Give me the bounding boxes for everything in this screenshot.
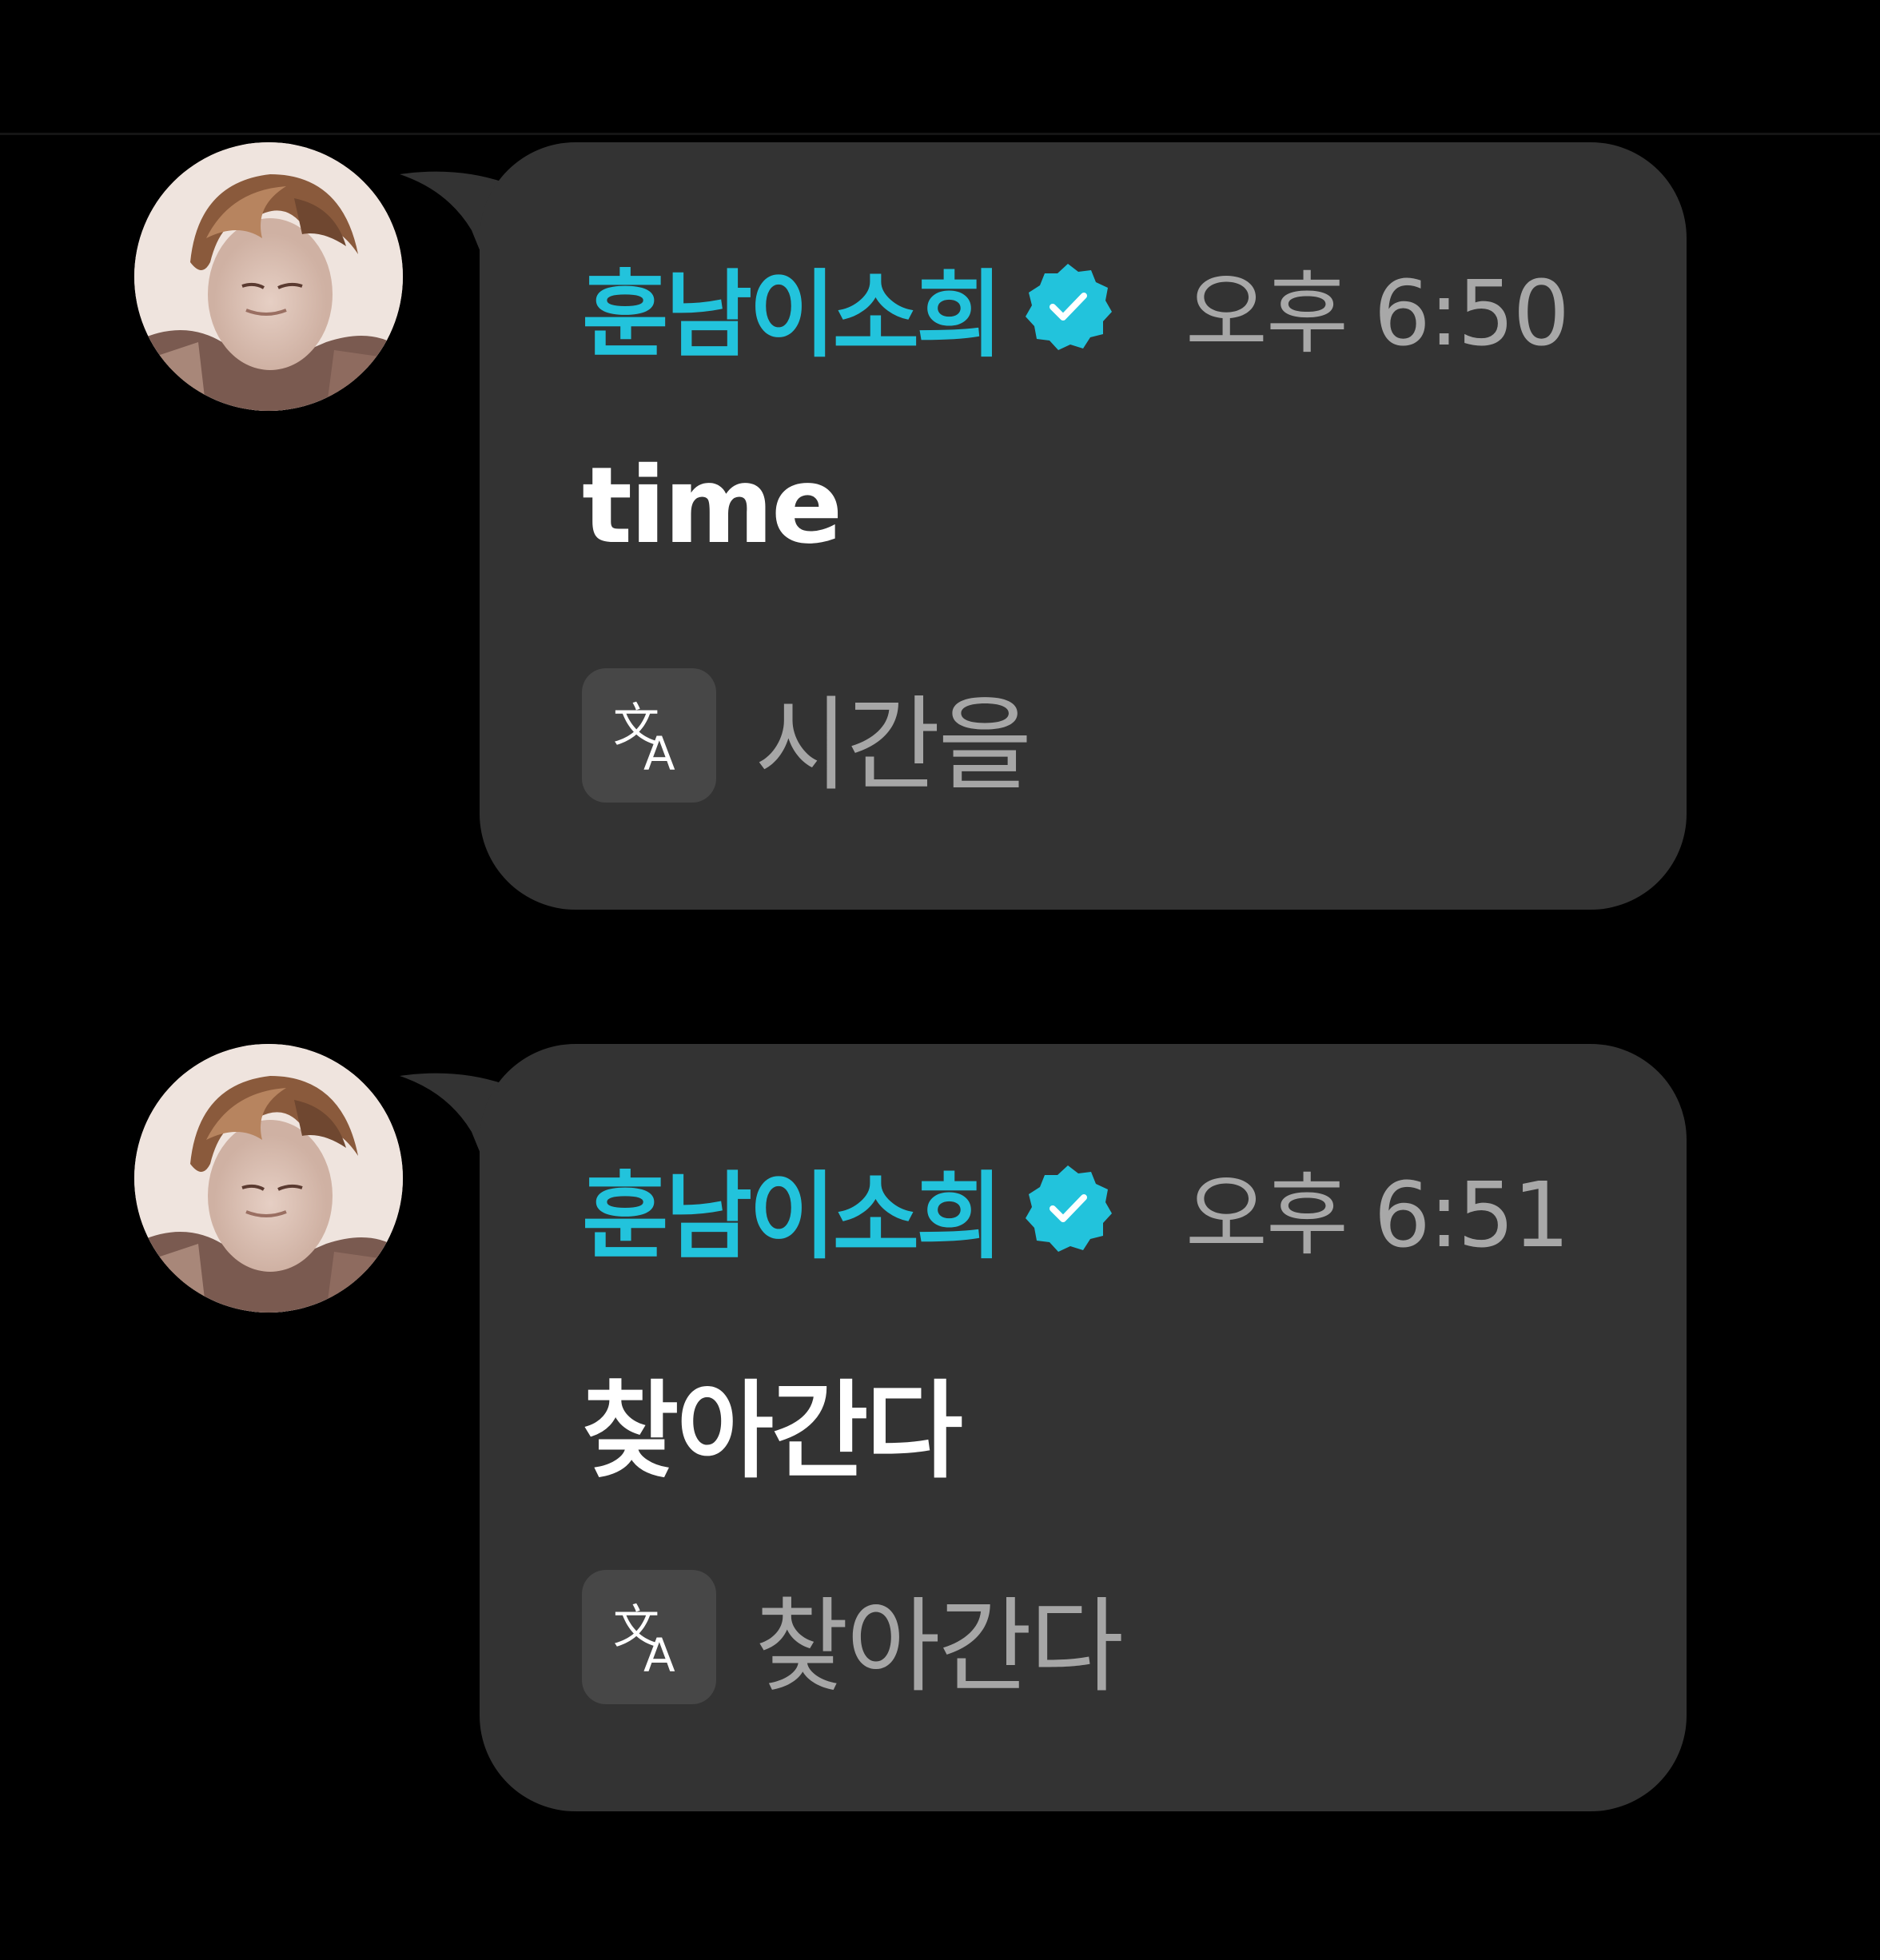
message-item: 훈남이소희 오후 6:50 time 文 A 시간을 xyxy=(0,142,1880,910)
translation-text: 찾아간다 xyxy=(755,1587,1124,1707)
translate-icon[interactable]: 文 A xyxy=(582,668,716,803)
username[interactable]: 훈남이소희 xyxy=(582,238,1003,375)
message-bubble[interactable]: 훈남이소희 오후 6:50 time 文 A 시간을 xyxy=(480,142,1687,910)
timestamp: 오후 6:51 xyxy=(1185,1164,1570,1268)
message-text: time xyxy=(582,444,842,568)
svg-text:A: A xyxy=(643,1628,675,1681)
svg-text:A: A xyxy=(643,727,675,779)
top-divider xyxy=(0,133,1880,135)
verified-badge-icon xyxy=(1022,1162,1113,1253)
verified-badge-icon xyxy=(1022,261,1113,352)
translation-text: 시간을 xyxy=(755,685,1032,805)
translation-row: 文 A 시간을 xyxy=(582,668,1032,805)
translation-row: 文 A 찾아간다 xyxy=(582,1570,1124,1707)
message-header: 훈남이소희 오후 6:51 xyxy=(582,1156,1570,1272)
message-item: 훈남이소희 오후 6:51 찾아간다 文 A 찾아간다 xyxy=(0,1044,1880,1811)
translate-icon[interactable]: 文 A xyxy=(582,1570,716,1704)
message-bubble[interactable]: 훈남이소희 오후 6:51 찾아간다 文 A 찾아간다 xyxy=(480,1044,1687,1811)
username[interactable]: 훈남이소희 xyxy=(582,1140,1003,1277)
avatar[interactable] xyxy=(134,142,403,411)
timestamp: 오후 6:50 xyxy=(1185,262,1570,366)
avatar[interactable] xyxy=(134,1044,403,1313)
message-text: 찾아간다 xyxy=(582,1370,963,1493)
message-header: 훈남이소희 오후 6:50 xyxy=(582,254,1570,370)
